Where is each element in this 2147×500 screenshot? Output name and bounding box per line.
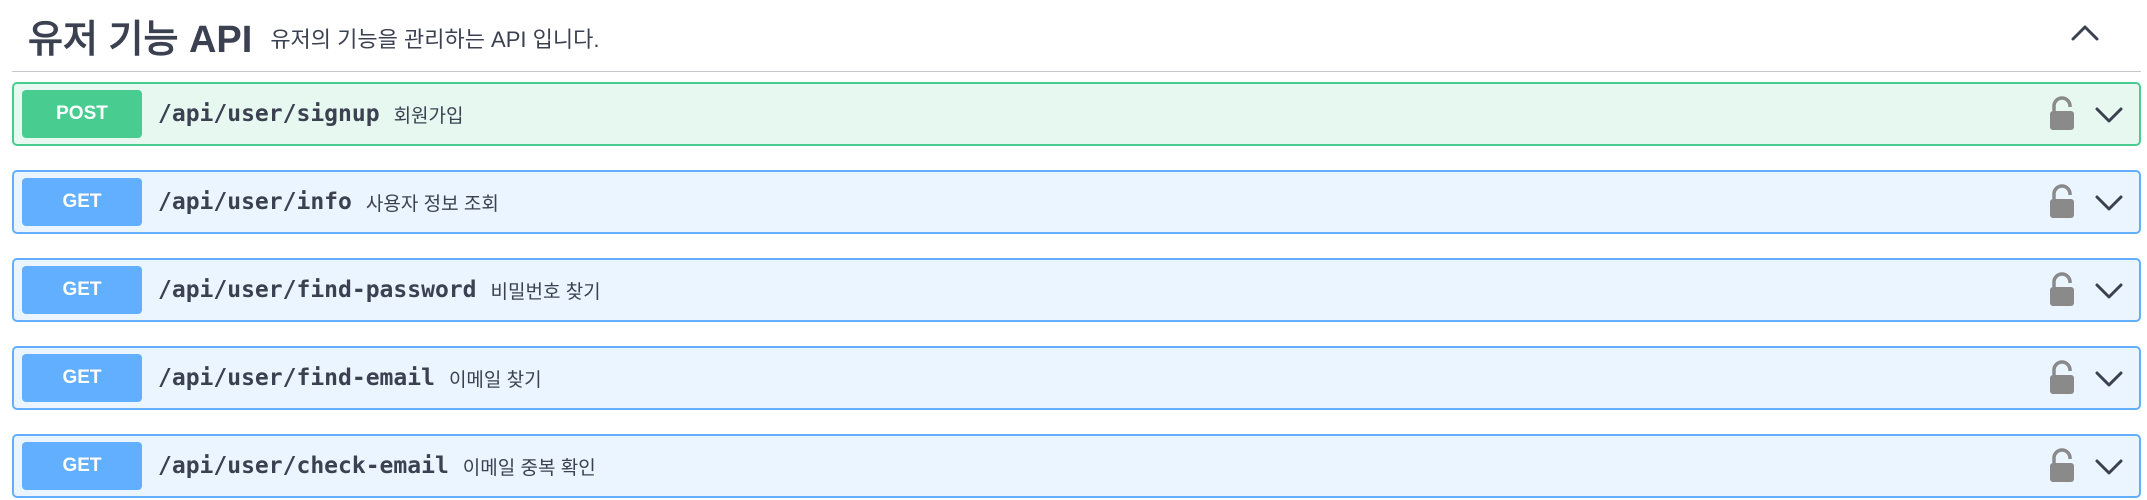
chevron-down-icon[interactable]	[2093, 189, 2125, 217]
operation-summary: 사용자 정보 조회	[365, 193, 499, 215]
unlocked-lock-icon[interactable]	[2047, 96, 2077, 132]
operation-find-password[interactable]: GET /api/user/find-password 비밀번호 찾기	[12, 258, 2141, 322]
operation-path: /api/user/find-email	[158, 365, 435, 391]
method-badge: GET	[22, 442, 142, 490]
chevron-down-icon[interactable]	[2093, 453, 2125, 481]
operation-summary: 회원가입	[393, 105, 464, 127]
method-badge: GET	[22, 266, 142, 314]
operation-summary: 이메일 중복 확인	[462, 457, 596, 479]
operation-path: /api/user/info	[158, 189, 352, 215]
operation-check-email[interactable]: GET /api/user/check-email 이메일 중복 확인	[12, 434, 2141, 498]
tag-description: 유저의 기능을 관리하는 API 입니다.	[270, 26, 600, 52]
operation-summary: 비밀번호 찾기	[490, 281, 601, 303]
unlocked-lock-icon[interactable]	[2047, 272, 2077, 308]
operation-path: /api/user/find-password	[158, 277, 477, 303]
chevron-up-icon[interactable]	[2065, 12, 2105, 52]
tag-title[interactable]: 유저 기능 API	[28, 8, 252, 63]
method-badge: GET	[22, 354, 142, 402]
operation-find-email[interactable]: GET /api/user/find-email 이메일 찾기	[12, 346, 2141, 410]
unlocked-lock-icon[interactable]	[2047, 360, 2077, 396]
operation-summary: 이메일 찾기	[448, 369, 542, 391]
operation-path: /api/user/check-email	[158, 453, 449, 479]
method-badge: GET	[22, 178, 142, 226]
chevron-down-icon[interactable]	[2093, 101, 2125, 129]
tag-section-header[interactable]: 유저 기능 API 유저의 기능을 관리하는 API 입니다.	[12, 0, 2141, 72]
operation-signup[interactable]: POST /api/user/signup 회원가입	[12, 82, 2141, 146]
chevron-down-icon[interactable]	[2093, 277, 2125, 305]
chevron-down-icon[interactable]	[2093, 365, 2125, 393]
unlocked-lock-icon[interactable]	[2047, 184, 2077, 220]
operation-path: /api/user/signup	[158, 101, 380, 127]
unlocked-lock-icon[interactable]	[2047, 448, 2077, 484]
operation-info[interactable]: GET /api/user/info 사용자 정보 조회	[12, 170, 2141, 234]
method-badge: POST	[22, 90, 142, 138]
